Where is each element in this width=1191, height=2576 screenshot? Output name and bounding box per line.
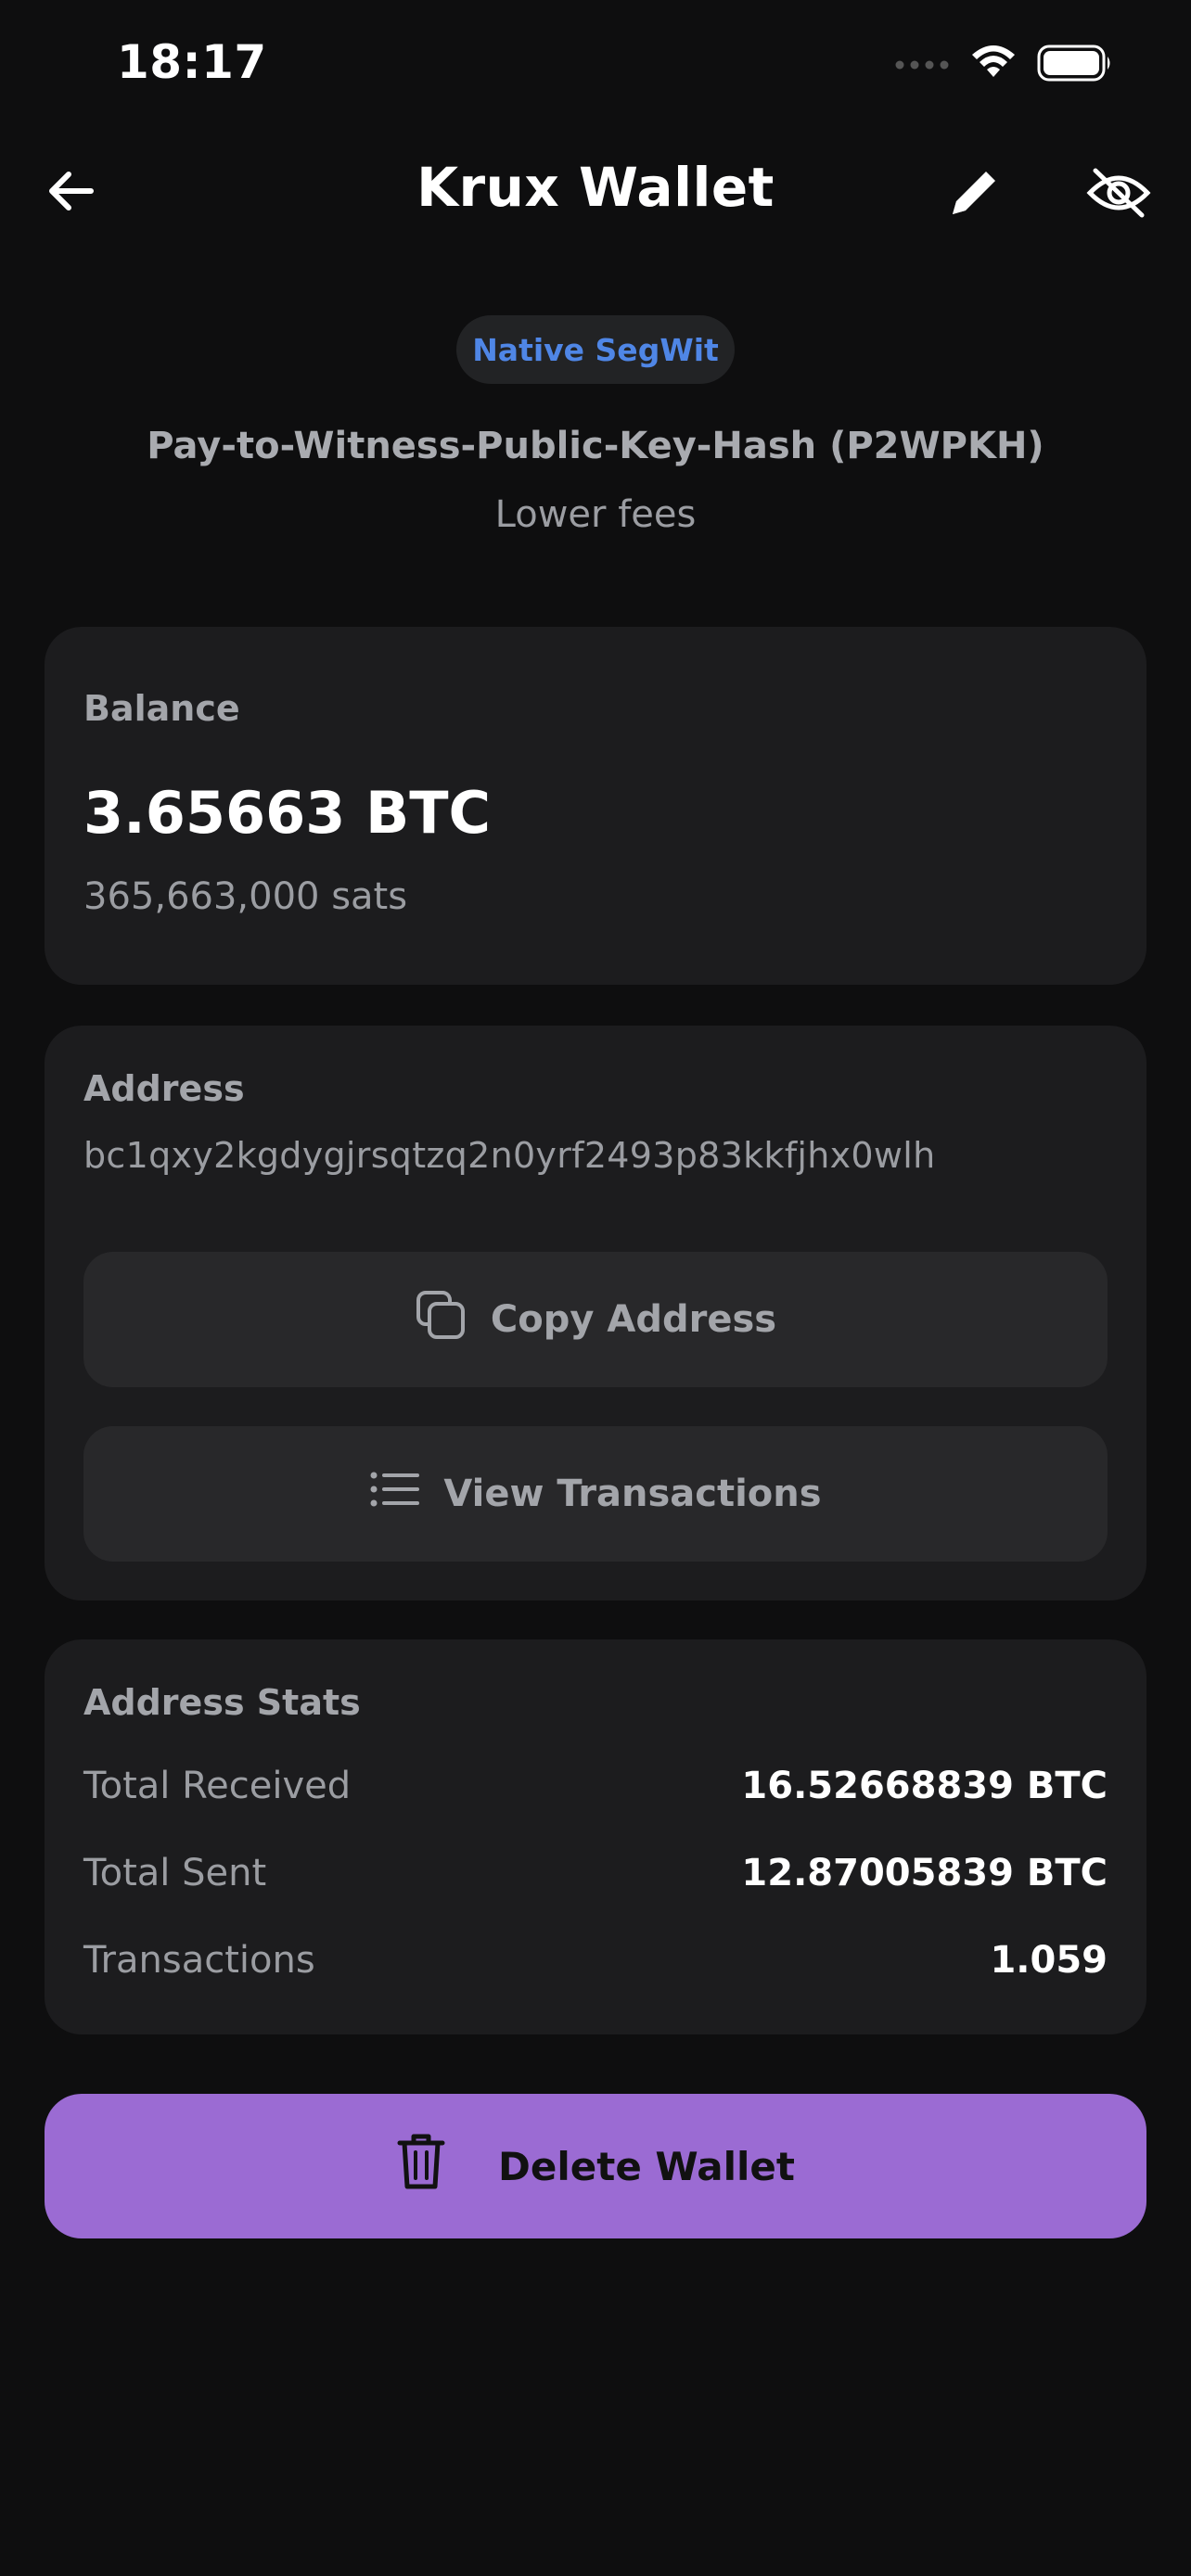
address-label: Address: [83, 1068, 245, 1109]
view-transactions-button[interactable]: View Transactions: [83, 1426, 1108, 1562]
stat-row-total-sent: Total Sent 12.87005839 BTC: [83, 1845, 1108, 1901]
stat-value: 16.52668839 BTC: [741, 1765, 1108, 1807]
address-type-note: Lower fees: [494, 493, 697, 536]
status-icons: [894, 45, 1113, 85]
battery-icon: [1037, 45, 1113, 85]
eye-off-icon: [1086, 167, 1151, 223]
stat-label: Total Received: [83, 1765, 352, 1807]
status-bar: 18:17: [0, 0, 1191, 139]
balance-btc: 3.65663 BTC: [83, 779, 492, 847]
pencil-icon: [945, 164, 1003, 225]
list-icon: [369, 1471, 420, 1517]
balance-label: Balance: [83, 688, 240, 729]
wifi-icon: [970, 45, 1017, 84]
copy-address-button[interactable]: Copy Address: [83, 1252, 1108, 1387]
address-value[interactable]: bc1qxy2kgdygjrsqtzq2n0yrf2493p83kkfjhx0w…: [83, 1135, 936, 1176]
nav-header: Krux Wallet: [0, 139, 1191, 241]
address-stats-title: Address Stats: [83, 1682, 361, 1723]
stat-label: Total Sent: [83, 1852, 267, 1894]
address-stats-card: Address Stats Total Received 16.52668839…: [45, 1639, 1146, 2034]
address-type-badge: Native SegWit: [456, 315, 735, 384]
stat-value: 1.059: [990, 1939, 1108, 1982]
stat-label: Transactions: [83, 1939, 315, 1982]
cellular-signal-dots-icon: [894, 57, 950, 74]
copy-address-label: Copy Address: [490, 1298, 777, 1341]
trash-icon: [396, 2132, 446, 2200]
edit-button[interactable]: [937, 158, 1011, 232]
copy-icon: [415, 1289, 467, 1350]
status-time: 18:17: [117, 35, 267, 89]
delete-wallet-label: Delete Wallet: [498, 2143, 795, 2189]
hide-balance-button[interactable]: [1082, 158, 1156, 232]
address-type-description: Pay-to-Witness-Public-Key-Hash (P2WPKH): [147, 425, 1044, 467]
balance-sats: 365,663,000 sats: [83, 875, 408, 918]
stat-value: 12.87005839 BTC: [741, 1852, 1108, 1894]
address-card: Address bc1qxy2kgdygjrsqtzq2n0yrf2493p83…: [45, 1026, 1146, 1600]
stat-row-total-received: Total Received 16.52668839 BTC: [83, 1758, 1108, 1814]
delete-wallet-button[interactable]: Delete Wallet: [45, 2094, 1146, 2238]
page-title: Krux Wallet: [416, 156, 775, 219]
stat-row-transactions: Transactions 1.059: [83, 1932, 1108, 1988]
view-transactions-label: View Transactions: [443, 1473, 822, 1515]
balance-card: Balance 3.65663 BTC 365,663,000 sats: [45, 627, 1146, 985]
